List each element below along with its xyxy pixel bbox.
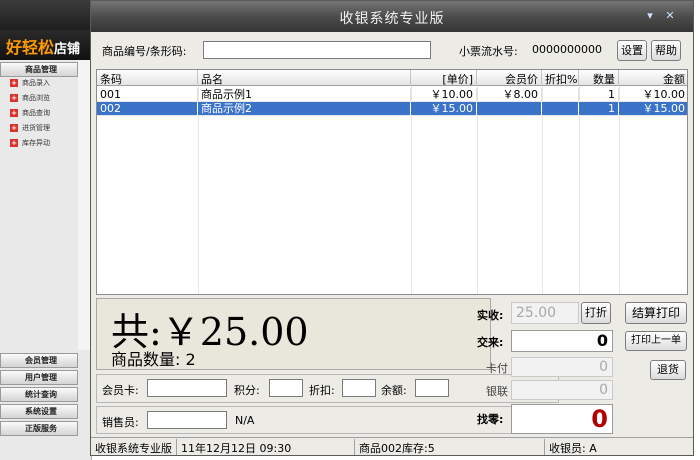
grid-line <box>619 86 620 294</box>
pos-window: 收银系统专业版 ▾ ✕ 商品编号/条形码: 小票流水号: 0000000000 … <box>90 0 694 456</box>
status-app: 收银系统专业版 <box>91 439 177 455</box>
change-label: 找零: <box>477 413 504 426</box>
bg-menu-item[interactable]: + 库存异动 <box>0 136 78 151</box>
member-card-input[interactable] <box>147 379 227 397</box>
cell-discount <box>542 88 579 102</box>
background-scrollbar[interactable] <box>78 60 90 350</box>
grid-line <box>198 86 199 294</box>
grid-line <box>579 86 580 294</box>
plus-icon: + <box>10 124 18 132</box>
background-app-window: 好轻松店铺 商品管理 + 商品录入 + 商品浏览 + 商品查询 + 进货管理 + 库存异动… <box>0 0 92 460</box>
points-label: 积分: <box>234 384 260 397</box>
cell-code: 002 <box>97 102 198 116</box>
grid-line <box>542 86 543 294</box>
minimize-icon[interactable]: ▾ <box>643 9 657 23</box>
grid-line <box>477 86 478 294</box>
unionpay-label: 银联 <box>486 385 508 398</box>
bg-section-goods[interactable]: 商品管理 <box>0 62 78 77</box>
bg-section-license[interactable]: 正版服务 <box>0 421 78 436</box>
plus-icon: + <box>10 79 18 87</box>
seller-label: 销售员: <box>102 416 139 429</box>
column-header-code[interactable]: 条码 <box>97 70 198 86</box>
cell-price: ￥15.00 <box>411 102 477 116</box>
column-header-price[interactable]: [单价] <box>411 70 477 86</box>
status-stock: 商品002库存:5 <box>355 439 545 455</box>
cell-amount: ￥10.00 <box>619 88 687 102</box>
close-icon[interactable]: ✕ <box>663 9 677 23</box>
cell-code: 001 <box>97 88 198 102</box>
received-field[interactable]: 25.00 <box>511 302 579 324</box>
change-field: 0 <box>511 404 613 434</box>
column-header-amount[interactable]: 金额 <box>619 70 687 86</box>
items-table[interactable]: 条码 品名 [单价] 会员价 折扣% 数量 金额 001 商品示例1 ￥10.0… <box>96 69 688 295</box>
tender-input[interactable]: 0 <box>511 330 613 352</box>
card-pay-label: 卡付 <box>486 362 508 375</box>
bg-section-users[interactable]: 用户管理 <box>0 370 78 385</box>
bg-menu-item[interactable]: + 商品浏览 <box>0 91 78 106</box>
plus-icon: + <box>10 139 18 147</box>
cell-member-price: ￥8.00 <box>477 88 542 102</box>
cell-qty: 1 <box>579 88 619 102</box>
item-count: 商品数量: 2 <box>111 350 196 369</box>
cell-member-price <box>477 102 542 116</box>
balance-field[interactable] <box>415 379 449 397</box>
bg-menu-item[interactable]: + 商品查询 <box>0 106 78 121</box>
print-last-button[interactable]: 打印上一单 <box>625 331 687 351</box>
cell-amount: ￥15.00 <box>619 102 687 116</box>
barcode-label: 商品编号/条形码: <box>102 45 187 58</box>
column-header-qty[interactable]: 数量 <box>579 70 619 86</box>
seller-input[interactable] <box>147 411 227 429</box>
cell-price: ￥10.00 <box>411 88 477 102</box>
table-header: 条码 品名 [单价] 会员价 折扣% 数量 金额 <box>97 70 687 86</box>
cell-discount <box>542 102 579 116</box>
bg-section-settings[interactable]: 系统设置 <box>0 404 78 419</box>
refund-button[interactable]: 退货 <box>650 360 686 380</box>
card-pay-field[interactable]: 0 <box>511 357 613 377</box>
table-row-selected[interactable]: 002 商品示例2 ￥15.00 1 ￥15.00 <box>97 102 687 116</box>
bg-section-members[interactable]: 会员管理 <box>0 353 78 368</box>
plus-icon: + <box>10 109 18 117</box>
status-cashier: 收银员: A <box>549 442 597 455</box>
background-logo: 好轻松店铺 <box>0 30 92 60</box>
total-panel: 共:￥25.00 商品数量: 2 <box>96 298 491 370</box>
window-titlebar[interactable]: 收银系统专业版 ▾ ✕ <box>91 1 693 32</box>
bg-menu-item[interactable]: + 进货管理 <box>0 121 78 136</box>
seller-value: N/A <box>235 414 255 427</box>
table-row[interactable]: 001 商品示例1 ￥10.00 ￥8.00 1 ￥10.00 <box>97 88 687 102</box>
status-datetime: 11年12月12日 09:30 <box>177 439 355 455</box>
discount-print-button[interactable]: 打折 <box>581 302 611 324</box>
tender-label: 交来: <box>477 336 504 349</box>
cell-name: 商品示例2 <box>198 102 411 116</box>
points-field[interactable] <box>269 379 303 397</box>
discount-field[interactable] <box>342 379 376 397</box>
grid-line <box>411 86 412 294</box>
background-titlebar <box>0 0 92 30</box>
help-button[interactable]: 帮助 <box>651 40 681 61</box>
received-label: 实收: <box>477 309 504 322</box>
balance-label: 余额: <box>381 384 407 397</box>
bg-menu-item[interactable]: + 商品录入 <box>0 76 78 91</box>
checkout-print-button[interactable]: 结算打印 <box>625 302 687 324</box>
ticket-number-value: 0000000000 <box>532 43 602 56</box>
settings-button[interactable]: 设置 <box>617 40 647 61</box>
column-header-member-price[interactable]: 会员价 <box>477 70 542 86</box>
background-menu: + 商品录入 + 商品浏览 + 商品查询 + 进货管理 + 库存异动 <box>0 76 78 151</box>
window-title: 收银系统专业版 <box>339 11 445 27</box>
status-bar: 收银系统专业版 11年12月12日 09:30 商品002库存:5 收银员: A <box>91 437 693 455</box>
barcode-input[interactable] <box>203 41 431 59</box>
plus-icon: + <box>10 94 18 102</box>
discount-label: 折扣: <box>309 384 335 397</box>
cell-qty: 1 <box>579 102 619 116</box>
column-header-name[interactable]: 品名 <box>198 70 411 86</box>
column-header-discount[interactable]: 折扣% <box>542 70 579 86</box>
ticket-number-label: 小票流水号: <box>459 45 518 58</box>
member-card-label: 会员卡: <box>102 384 139 397</box>
unionpay-field[interactable]: 0 <box>511 380 613 400</box>
cell-name: 商品示例1 <box>198 88 411 102</box>
bg-section-stats[interactable]: 统计查询 <box>0 387 78 402</box>
